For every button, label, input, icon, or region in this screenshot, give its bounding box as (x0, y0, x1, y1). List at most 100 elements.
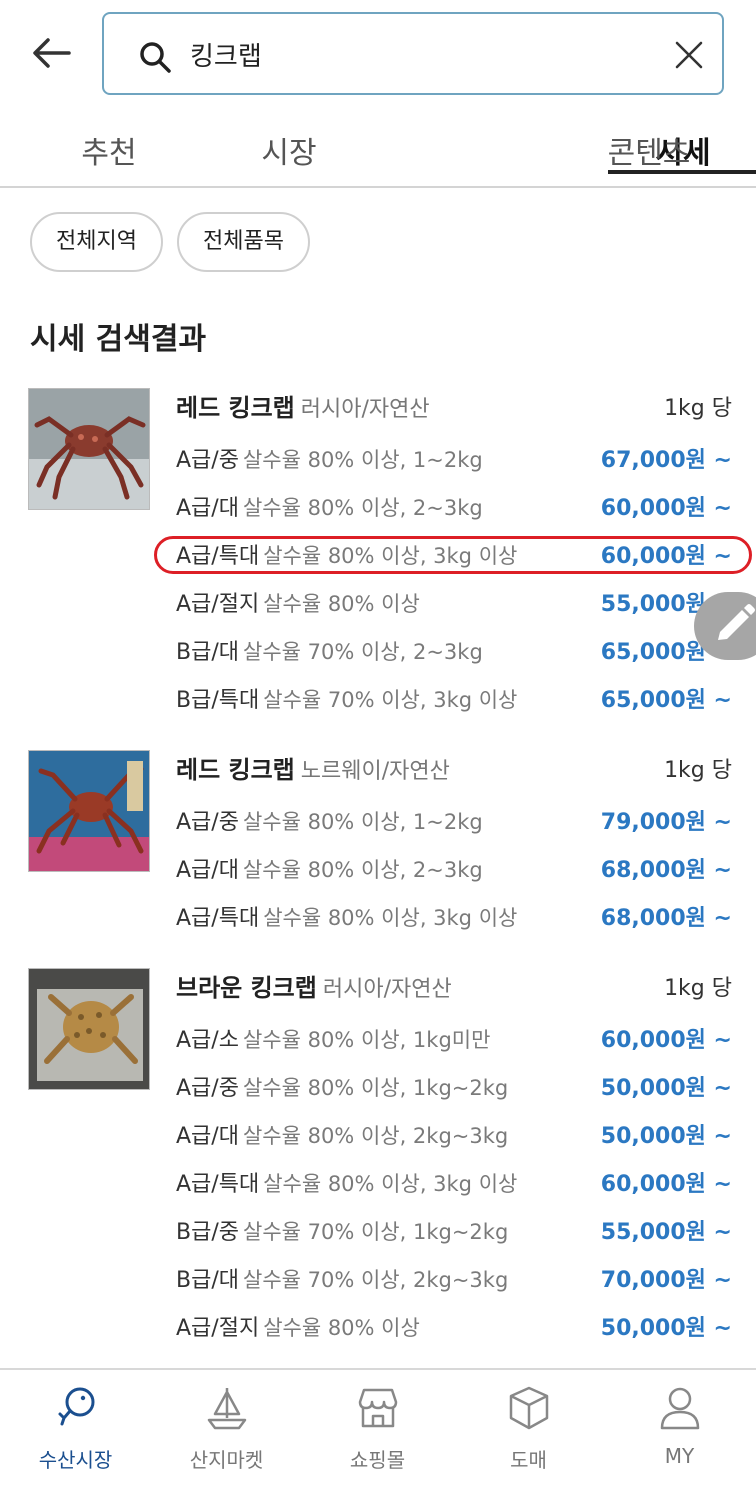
nav-origin-market[interactable]: 산지마켓 (151, 1370, 302, 1487)
edit-fab-button[interactable] (694, 592, 756, 660)
person-icon (660, 1387, 699, 1430)
price-row[interactable]: B급/대 살수율 70% 이상, 2kg~3kg 70,000원 ~ (176, 1262, 732, 1302)
nav-label: 수산시장 (38, 1448, 113, 1472)
product-header: 브라운 킹크랩 러시아/자연산 1kg 당 (176, 968, 732, 1012)
tab-contents[interactable]: 콘텐츠 (604, 110, 694, 172)
nav-label: 쇼핑몰 (349, 1448, 406, 1472)
grade-label: B급/중 (176, 1220, 239, 1245)
bottom-nav: 수산시장 산지마켓 쇼핑몰 도매 MY (0, 1368, 756, 1487)
nav-wholesale[interactable]: 도매 (453, 1370, 604, 1487)
price-row[interactable]: A급/중 살수율 80% 이상, 1~2kg 67,000원 ~ (176, 442, 732, 482)
product-thumbnail[interactable] (28, 750, 150, 872)
grade-desc: 살수율 80% 이상, 3kg 이상 (263, 544, 518, 568)
grade-label: A급/대 (176, 496, 239, 521)
grade-desc: 살수율 70% 이상, 2kg~3kg (243, 1268, 509, 1292)
grade-desc: 살수율 70% 이상, 1kg~2kg (243, 1220, 509, 1244)
price-value: 55,000원 ~ (600, 1220, 732, 1245)
grade-label: A급/중 (176, 1076, 239, 1101)
box-icon (509, 1386, 548, 1430)
product-header: 레드 킹크랩 러시아/자연산 1kg 당 (176, 388, 732, 432)
grade-label: B급/대 (176, 640, 239, 665)
price-value: 67,000원 ~ (600, 448, 732, 473)
price-value: 68,000원 ~ (600, 906, 732, 931)
tab-market[interactable]: 시장 (260, 110, 318, 186)
grade-label: A급/절지 (176, 592, 260, 617)
nav-my[interactable]: MY (604, 1370, 755, 1487)
grade-label: A급/특대 (176, 544, 260, 569)
price-row[interactable]: A급/대 살수율 80% 이상, 2~3kg 68,000원 ~ (176, 852, 732, 892)
grade-label: A급/대 (176, 858, 239, 883)
grade-label: A급/중 (176, 448, 239, 473)
product-origin: 러시아/자연산 (322, 977, 452, 1002)
grade-label: A급/소 (176, 1028, 239, 1053)
price-row[interactable]: A급/중 살수율 80% 이상, 1kg~2kg 50,000원 ~ (176, 1070, 732, 1110)
price-value: 60,000원 ~ (600, 496, 732, 521)
price-row[interactable]: B급/대 살수율 70% 이상, 2~3kg 65,000원 ~ (176, 634, 732, 674)
grade-desc: 살수율 80% 이상 (263, 592, 420, 616)
price-value: 50,000원 ~ (600, 1124, 732, 1149)
price-row[interactable]: A급/소 살수율 80% 이상, 1kg미만 60,000원 ~ (176, 1022, 732, 1062)
top-bar (0, 0, 756, 110)
search-box[interactable] (102, 12, 724, 95)
grade-desc: 살수율 70% 이상, 3kg 이상 (263, 688, 518, 712)
grade-label: A급/특대 (176, 906, 260, 931)
price-unit: 1kg 당 (664, 396, 732, 421)
pencil-icon (718, 604, 755, 640)
grade-label: A급/중 (176, 810, 239, 835)
grade-desc: 살수율 80% 이상, 3kg 이상 (263, 1172, 518, 1196)
product-name: 레드 킹크랩 (176, 756, 295, 784)
back-button[interactable] (26, 30, 76, 76)
grade-desc: 살수율 80% 이상, 1~2kg (242, 810, 483, 834)
price-row[interactable]: A급/대 살수율 80% 이상, 2kg~3kg 50,000원 ~ (176, 1118, 732, 1158)
grade-label: B급/대 (176, 1268, 239, 1293)
grade-desc: 살수율 80% 이상, 2~3kg (242, 496, 483, 520)
price-value: 60,000원 ~ (600, 1028, 732, 1053)
grade-desc: 살수율 80% 이상, 1~2kg (242, 448, 483, 472)
nav-fish-market[interactable]: 수산시장 (0, 1370, 151, 1487)
nav-label: MY (664, 1444, 695, 1468)
sailboat-icon (207, 1388, 246, 1430)
grade-desc: 살수율 70% 이상, 2~3kg (243, 640, 483, 664)
price-row[interactable]: B급/중 살수율 70% 이상, 1kg~2kg 55,000원 ~ (176, 1214, 732, 1254)
price-row[interactable]: B급/특대 살수율 70% 이상, 3kg 이상 65,000원 ~ (176, 682, 732, 722)
nav-label: 산지마켓 (189, 1448, 264, 1472)
product-header: 레드 킹크랩 노르웨이/자연산 1kg 당 (176, 750, 732, 794)
red-king-crab-image (29, 751, 149, 871)
price-row[interactable]: A급/특대 살수율 80% 이상, 3kg 이상 60,000원 ~ (176, 1166, 732, 1206)
item-filter-chip[interactable]: 전체품목 (176, 212, 310, 272)
grade-desc: 살수율 80% 이상, 1kg~2kg (242, 1076, 509, 1100)
region-filter-chip[interactable]: 전체지역 (30, 212, 163, 272)
nav-shopping-mall[interactable]: 쇼핑몰 (302, 1370, 453, 1487)
price-value: 68,000원 ~ (600, 858, 732, 883)
price-value: 79,000원 ~ (600, 810, 732, 835)
product-thumbnail[interactable] (28, 388, 150, 510)
grade-desc: 살수율 80% 이상, 2kg~3kg (242, 1124, 509, 1148)
grade-desc: 살수율 80% 이상, 2~3kg (242, 858, 483, 882)
back-arrow-icon (33, 38, 71, 68)
price-row[interactable]: A급/대 살수율 80% 이상, 2~3kg 60,000원 ~ (176, 490, 732, 530)
tab-recommend[interactable]: 추천 (80, 110, 138, 186)
price-row[interactable]: A급/특대 살수율 80% 이상, 3kg 이상 60,000원 ~ (176, 538, 732, 578)
grade-label: A급/특대 (176, 1172, 260, 1197)
fish-hook-icon (58, 1387, 94, 1426)
price-value: 60,000원 ~ (600, 1172, 732, 1197)
price-value: 50,000원 ~ (600, 1316, 732, 1341)
grade-desc: 살수율 80% 이상, 3kg 이상 (263, 906, 518, 930)
price-unit: 1kg 당 (664, 758, 732, 783)
filter-chips: 전체지역 전체품목 (30, 212, 310, 272)
price-value: 60,000원 ~ (600, 544, 732, 569)
tab-bar: 추천 시장 시세 콘텐츠 (0, 110, 756, 188)
product-origin: 러시아/자연산 (300, 397, 430, 422)
product-thumbnail[interactable] (28, 968, 150, 1090)
search-input[interactable] (190, 34, 630, 74)
store-icon (358, 1388, 397, 1428)
red-king-crab-image (29, 389, 149, 509)
price-row[interactable]: A급/절지 살수율 80% 이상 50,000원 ~ (176, 1310, 732, 1350)
price-row[interactable]: A급/중 살수율 80% 이상, 1~2kg 79,000원 ~ (176, 804, 732, 844)
nav-label: 도매 (510, 1448, 547, 1472)
clear-search-icon[interactable] (670, 36, 708, 74)
price-row[interactable]: A급/절지 살수율 80% 이상 55,000원 ~ (176, 586, 732, 626)
price-row[interactable]: A급/특대 살수율 80% 이상, 3kg 이상 68,000원 ~ (176, 900, 732, 940)
search-icon (140, 42, 171, 73)
grade-desc: 살수율 80% 이상, 1kg미만 (242, 1028, 491, 1052)
